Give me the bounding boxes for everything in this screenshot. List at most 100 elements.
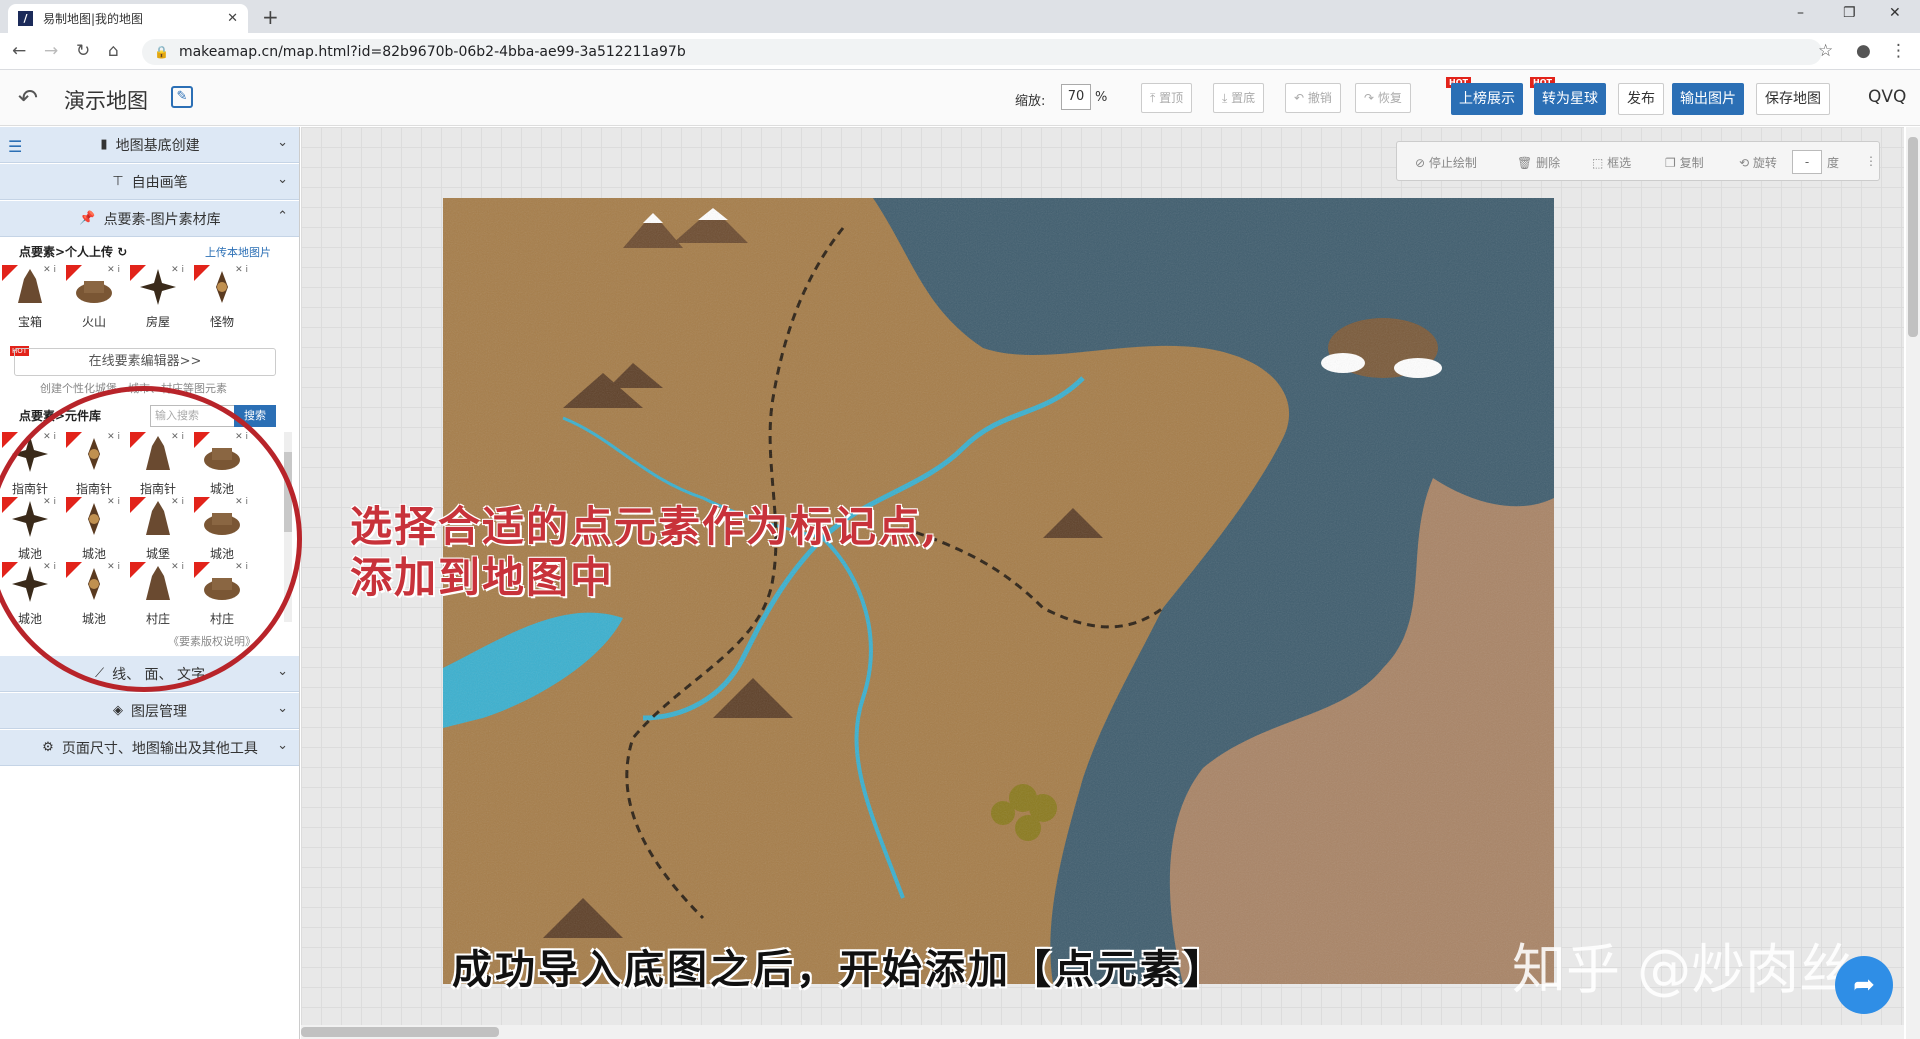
element-thumbnail[interactable]: ✕ i 房屋	[130, 265, 186, 329]
section-brush-header[interactable]: ⊤ 自由画笔 ⌄	[0, 164, 299, 200]
online-editor-link[interactable]: 在线要素编辑器>>	[14, 348, 276, 376]
zoom-input[interactable]: 70	[1061, 84, 1091, 110]
library-search-input[interactable]: 输入搜索	[150, 405, 238, 427]
menu-list-icon[interactable]: ☰	[8, 137, 22, 156]
thumbnail-actions[interactable]: ✕ i	[43, 497, 56, 507]
bring-to-top-button[interactable]: ⤒ 置顶	[1141, 83, 1193, 113]
element-thumbnail[interactable]: ✕ i 城池	[66, 562, 122, 626]
leaderboard-button[interactable]: 上榜展示	[1451, 83, 1523, 115]
undo-label: 撤销	[1307, 91, 1332, 105]
thumbnail-label: 城池	[209, 547, 234, 561]
thumbnail-actions[interactable]: ✕ i	[107, 432, 120, 442]
edit-title-icon[interactable]: ✎	[171, 86, 193, 108]
new-tab-button[interactable]: +	[262, 5, 279, 29]
library-scrollbar[interactable]	[284, 432, 292, 622]
address-bar: ← → ↻ ⌂ 🔒 makeamap.cn/map.html?id=82b967…	[0, 33, 1920, 70]
vertical-scrollbar[interactable]	[1906, 127, 1920, 1039]
delete-button[interactable]: 🗑 删除	[1517, 154, 1560, 171]
hot-ribbon	[66, 432, 82, 448]
element-thumbnail[interactable]: ✕ i 火山	[66, 265, 122, 329]
lock-icon: 🔒	[154, 45, 169, 59]
copy-button[interactable]: ❐ 复制	[1665, 154, 1704, 171]
element-thumbnail[interactable]: ✕ i 指南针	[2, 432, 58, 496]
thumbnail-actions[interactable]: ✕ i	[171, 497, 184, 507]
thumbnail-label: 城堡	[145, 547, 170, 561]
send-to-bottom-button[interactable]: ⤓ 置底	[1213, 83, 1265, 113]
stop-draw-button[interactable]: ⊘ 停止绘制	[1415, 154, 1477, 171]
element-thumbnail[interactable]: ✕ i 城池	[66, 497, 122, 561]
reload-icon[interactable]: ↻	[76, 41, 90, 61]
export-image-button[interactable]: 输出图片	[1672, 83, 1744, 115]
thumbnail-actions[interactable]: ✕ i	[43, 265, 56, 275]
drag-handle-icon[interactable]: ⋮	[1865, 154, 1877, 168]
section-tools-header[interactable]: ⚙ 页面尺寸、地图输出及其他工具 ⌄	[0, 730, 299, 766]
bookmark-star-icon[interactable]: ☆	[1818, 41, 1833, 61]
back-arrow-icon[interactable]: ←	[12, 41, 26, 61]
thumbnail-actions[interactable]: ✕ i	[235, 265, 248, 275]
publish-button[interactable]: 发布	[1618, 83, 1664, 115]
thumbnail-actions[interactable]: ✕ i	[171, 562, 184, 572]
horizontal-scrollbar[interactable]	[301, 1025, 1904, 1039]
section-point-library-header[interactable]: 📌 点要素-图片素材库 ⌃	[0, 201, 299, 237]
thumbnail-actions[interactable]: ✕ i	[235, 562, 248, 572]
back-icon[interactable]: ↶	[18, 84, 38, 112]
element-thumbnail[interactable]: ✕ i 指南针	[130, 432, 186, 496]
window-minimize-button[interactable]: –	[1797, 5, 1804, 21]
thumbnail-actions[interactable]: ✕ i	[43, 432, 56, 442]
thumbnail-actions[interactable]: ✕ i	[43, 562, 56, 572]
section-layers-header[interactable]: ◈ 图层管理 ⌄	[0, 693, 299, 729]
url-field[interactable]: 🔒 makeamap.cn/map.html?id=82b9670b-06b2-…	[142, 39, 1822, 65]
redo-button[interactable]: ↷ 恢复	[1355, 83, 1411, 113]
element-thumbnail[interactable]: ✕ i 城池	[2, 562, 58, 626]
rotate-button[interactable]: ⟲ 旋转	[1739, 154, 1777, 171]
element-thumbnail[interactable]: ✕ i 城池	[194, 497, 250, 561]
thumbnail-actions[interactable]: ✕ i	[235, 432, 248, 442]
element-thumbnail[interactable]: ✕ i 怪物	[194, 265, 250, 329]
forward-arrow-icon[interactable]: →	[44, 41, 58, 61]
hot-ribbon	[130, 562, 146, 578]
section-tools-label: 页面尺寸、地图输出及其他工具	[61, 740, 258, 757]
element-thumbnail[interactable]: ✕ i 城池	[2, 497, 58, 561]
element-thumbnail[interactable]: ✕ i 宝箱	[2, 265, 58, 329]
hot-ribbon	[194, 432, 210, 448]
thumbnail-actions[interactable]: ✕ i	[107, 497, 120, 507]
save-map-button[interactable]: 保存地图	[1756, 83, 1830, 115]
browser-tab[interactable]: / 易制地图|我的地图 ✕	[8, 4, 248, 33]
box-select-button[interactable]: ⬚ 框选	[1592, 154, 1631, 171]
profile-icon[interactable]: ●	[1856, 41, 1871, 61]
thumbnail-label: 火山	[81, 315, 106, 329]
refresh-icon[interactable]: ↻	[117, 245, 127, 259]
library-search-button[interactable]: 搜索	[234, 405, 276, 427]
thumbnail-label: 城池	[81, 547, 106, 561]
undo-button[interactable]: ↶ 撤销	[1285, 83, 1341, 113]
section-base-label: 地图基底创建	[115, 137, 200, 154]
thumbnail-actions[interactable]: ✕ i	[171, 265, 184, 275]
copyright-link[interactable]: 《要素版权说明》	[168, 633, 256, 649]
browser-menu-icon[interactable]: ⋮	[1890, 41, 1907, 61]
section-base-header[interactable]: ☰ ▮ 地图基底创建 ⌄	[0, 127, 299, 163]
thumbnail-actions[interactable]: ✕ i	[107, 265, 120, 275]
section-brush-label: 自由画笔	[131, 174, 188, 191]
element-thumbnail[interactable]: ✕ i 村庄	[130, 562, 186, 626]
section-line-area-text-header[interactable]: ⟋ 线、 面、 文字 ⌄	[0, 656, 299, 692]
window-close-button[interactable]: ✕	[1889, 5, 1901, 21]
home-icon[interactable]: ⌂	[108, 41, 119, 61]
gear-icon: ⚙	[42, 740, 54, 755]
user-name[interactable]: QVQ	[1868, 87, 1906, 107]
tab-close-icon[interactable]: ✕	[227, 11, 238, 26]
bring-to-top-label: 置顶	[1159, 91, 1184, 105]
draw-toolbar: ⊘ 停止绘制 🗑 删除 ⬚ 框选 ❐ 复制 ⟲ 旋转 - 度 ⋮	[1396, 141, 1880, 181]
upload-local-link[interactable]: 上传本地图片	[205, 244, 271, 260]
thumbnail-label: 城池	[209, 482, 234, 496]
thumbnail-actions[interactable]: ✕ i	[235, 497, 248, 507]
share-fab-button[interactable]: ➦	[1835, 956, 1893, 1014]
window-restore-button[interactable]: ❐	[1843, 5, 1856, 21]
rotate-input[interactable]: -	[1792, 150, 1822, 174]
element-thumbnail[interactable]: ✕ i 村庄	[194, 562, 250, 626]
convert-planet-button[interactable]: 转为星球	[1534, 83, 1606, 115]
element-thumbnail[interactable]: ✕ i 城堡	[130, 497, 186, 561]
thumbnail-actions[interactable]: ✕ i	[171, 432, 184, 442]
element-thumbnail[interactable]: ✕ i 指南针	[66, 432, 122, 496]
element-thumbnail[interactable]: ✕ i 城池	[194, 432, 250, 496]
thumbnail-actions[interactable]: ✕ i	[107, 562, 120, 572]
